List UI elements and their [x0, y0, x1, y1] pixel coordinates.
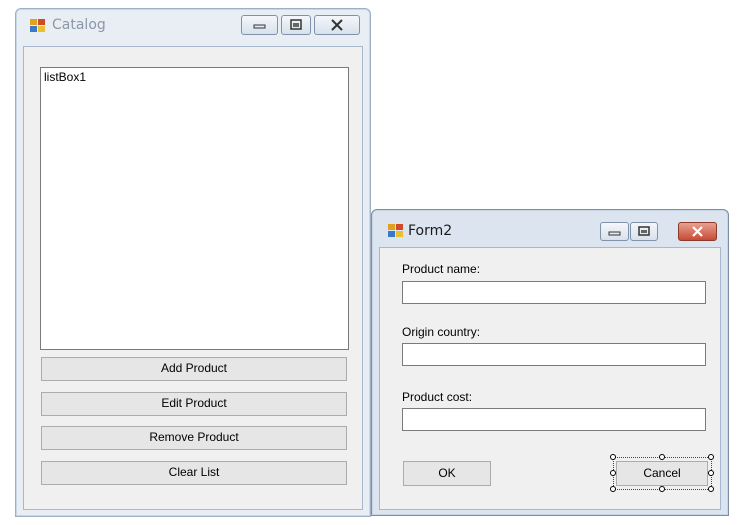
close-icon — [692, 226, 703, 237]
maximize-icon — [290, 19, 302, 30]
add-product-button[interactable]: Add Product — [41, 357, 347, 381]
form2-window: Form2 Product name: Origin country: Prod… — [371, 209, 729, 516]
resize-handle[interactable] — [610, 486, 616, 492]
origin-country-field[interactable] — [402, 343, 706, 366]
catalog-title-bar[interactable]: Catalog — [16, 9, 370, 39]
minimize-button[interactable] — [600, 222, 629, 241]
resize-handle[interactable] — [659, 486, 665, 492]
minimize-icon — [253, 24, 266, 29]
windows-form-icon — [388, 224, 403, 237]
listbox-placeholder: listBox1 — [44, 70, 87, 84]
resize-handle[interactable] — [708, 470, 714, 476]
form2-title-bar[interactable]: Form2 — [372, 210, 728, 241]
product-cost-field[interactable] — [402, 408, 706, 431]
minimize-button[interactable] — [241, 15, 278, 35]
close-icon — [331, 19, 343, 31]
form2-client-area: Product name: Origin country: Product co… — [379, 247, 721, 510]
resize-handle[interactable] — [610, 470, 616, 476]
close-button[interactable] — [678, 222, 717, 241]
origin-country-label: Origin country: — [402, 325, 481, 339]
remove-product-button[interactable]: Remove Product — [41, 426, 347, 450]
resize-handle[interactable] — [708, 486, 714, 492]
edit-product-button[interactable]: Edit Product — [41, 392, 347, 416]
catalog-client-area: listBox1 Add Product Edit Product Remove… — [23, 46, 363, 510]
product-name-label: Product name: — [402, 262, 481, 276]
product-listbox[interactable]: listBox1 — [40, 67, 349, 350]
catalog-title: Catalog — [52, 17, 106, 33]
product-name-field[interactable] — [402, 281, 706, 304]
close-button[interactable] — [314, 15, 360, 35]
maximize-button[interactable] — [630, 222, 658, 241]
clear-list-button[interactable]: Clear List — [41, 461, 347, 485]
resize-handle[interactable] — [708, 454, 714, 460]
maximize-icon — [638, 226, 650, 236]
form2-title: Form2 — [408, 223, 453, 239]
windows-form-icon — [30, 19, 45, 32]
ok-button[interactable]: OK — [403, 461, 491, 486]
maximize-button[interactable] — [281, 15, 311, 35]
resize-handle[interactable] — [659, 454, 665, 460]
resize-handle[interactable] — [610, 454, 616, 460]
minimize-icon — [608, 231, 621, 236]
catalog-window: Catalog listBox1 Add Product Edit Produc… — [15, 8, 371, 517]
product-cost-label: Product cost: — [402, 390, 473, 404]
